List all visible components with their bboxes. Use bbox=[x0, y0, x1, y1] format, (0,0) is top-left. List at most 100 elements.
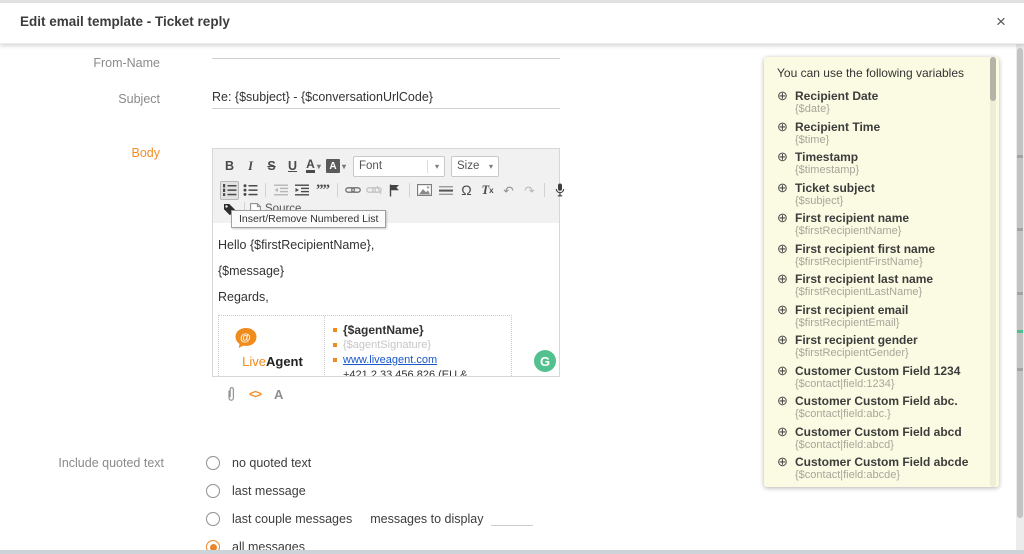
radio-last-message[interactable] bbox=[206, 484, 220, 498]
radio-no-quoted-text[interactable] bbox=[206, 456, 220, 470]
chevron-down-icon: ▾ bbox=[316, 161, 321, 171]
website-link[interactable]: www.liveagent.com bbox=[343, 353, 437, 368]
remove-format-button[interactable]: Tx bbox=[478, 181, 497, 200]
page-bottom-edge bbox=[0, 550, 1024, 554]
variable-item[interactable]: ⊕ Customer Custom Field 1234 {$contact|fie… bbox=[777, 362, 973, 391]
microphone-icon bbox=[555, 183, 564, 197]
variable-item[interactable]: ⊕ First recipient gender {$firstRecipientG… bbox=[777, 333, 973, 360]
variable-item[interactable]: ⊕ Ticket subject {$subject} bbox=[777, 180, 973, 208]
editor-toolbar-row1: B I S U A ▾ A ▾ Font ▾ Size ▾ bbox=[220, 155, 500, 177]
subject-input[interactable]: Re: {$subject} - {$conversationUrlCode} bbox=[212, 88, 560, 109]
strikethrough-button[interactable]: S bbox=[262, 157, 281, 176]
variable-item[interactable]: ⊕ First recipient name {$firstRecipientNam… bbox=[777, 211, 973, 238]
horizontal-rule-button[interactable] bbox=[436, 181, 455, 200]
anchor-flag-button[interactable] bbox=[385, 181, 404, 200]
editor-toolbar-row2: ”” Ω T x ↶ ↷ bbox=[220, 180, 569, 200]
insert-variable-icon: ⊕ bbox=[777, 149, 788, 164]
radio-label[interactable]: last message bbox=[232, 484, 306, 498]
variable-item[interactable]: ⊕ Recipient Time {$time} bbox=[777, 118, 973, 147]
editor-content[interactable]: Hello {$firstRecipientName}, {$message} … bbox=[213, 223, 559, 376]
insert-variable-icon: ⊕ bbox=[777, 423, 788, 439]
toolbar-tooltip: Insert/Remove Numbered List bbox=[231, 210, 387, 228]
undo-button[interactable]: ↶ bbox=[499, 181, 518, 200]
insert-image-button[interactable] bbox=[415, 181, 434, 200]
signature-logo-cell: @ LiveAgent bbox=[219, 316, 325, 376]
redo-button[interactable]: ↷ bbox=[520, 181, 539, 200]
chevron-down-icon: ▾ bbox=[342, 161, 347, 171]
liveagent-wordmark: LiveAgent bbox=[242, 354, 303, 369]
include-quoted-text-label: Include quoted text bbox=[58, 456, 164, 470]
variable-item[interactable]: ⊕ First recipient first name {$firstRecipi… bbox=[777, 240, 973, 269]
radio-label[interactable]: last couple messages bbox=[232, 512, 352, 526]
italic-button[interactable]: I bbox=[241, 157, 260, 176]
text-color-button[interactable]: A ▾ bbox=[304, 157, 323, 176]
variable-item[interactable]: ⊕ Customer Custom Field abc. {$contact|fie… bbox=[777, 394, 973, 421]
increase-indent-button[interactable] bbox=[292, 181, 311, 200]
bold-button[interactable]: B bbox=[220, 157, 239, 176]
radio-label[interactable]: no quoted text bbox=[232, 456, 311, 470]
size-dropdown[interactable]: Size ▾ bbox=[451, 155, 500, 177]
panel-scrollbar-track[interactable] bbox=[990, 57, 996, 487]
bullet-icon bbox=[333, 327, 337, 332]
editor-footer-actions: <> A bbox=[226, 386, 283, 402]
text-format-button[interactable]: A bbox=[274, 387, 283, 402]
from-name-label: From-Name bbox=[93, 56, 160, 70]
html-code-button[interactable]: <> bbox=[249, 387, 262, 401]
body-editor: B I S U A ▾ A ▾ Font ▾ Size ▾ ”” Ω T x ↶… bbox=[212, 148, 564, 377]
variables-panel-title: You can use the following variables bbox=[777, 66, 965, 80]
signature-line: www.liveagent.com bbox=[333, 353, 503, 368]
decrease-indent-button[interactable] bbox=[271, 181, 290, 200]
numbered-list-icon bbox=[223, 184, 237, 196]
svg-text:@: @ bbox=[240, 332, 251, 344]
variable-item[interactable]: ⊕ Timestamp {$timestamp} bbox=[777, 150, 973, 177]
from-name-input[interactable] bbox=[212, 52, 560, 59]
grammarly-badge-icon[interactable]: G bbox=[534, 350, 556, 372]
bullet-icon bbox=[333, 342, 337, 347]
scroll-marker bbox=[1017, 228, 1023, 231]
quoted-option-row: last couple messages messages to display bbox=[206, 512, 534, 526]
variable-item[interactable]: ⊕ First recipient email {$firstRecipientEm… bbox=[777, 301, 973, 330]
attachment-button[interactable] bbox=[226, 386, 236, 402]
scroll-marker-green bbox=[1017, 330, 1023, 333]
scroll-marker bbox=[1017, 292, 1023, 295]
paperclip-icon bbox=[228, 387, 234, 401]
font-dropdown[interactable]: Font ▾ bbox=[353, 155, 446, 177]
numbered-list-button[interactable] bbox=[220, 180, 239, 200]
variable-item[interactable]: ⊕ Customer Custom Field abcd {$contact|fie… bbox=[777, 423, 973, 452]
page-scrollbar-thumb[interactable] bbox=[1017, 48, 1023, 518]
close-icon[interactable]: × bbox=[990, 11, 1012, 33]
special-character-button[interactable]: Ω bbox=[457, 181, 476, 200]
greeting-line: Hello {$firstRecipientName}, bbox=[218, 238, 375, 252]
panel-scrollbar-thumb[interactable] bbox=[990, 57, 996, 101]
variables-panel: You can use the following variables ⊕ Rec… bbox=[764, 57, 999, 487]
signature-line: {$agentSignature} bbox=[333, 338, 503, 353]
insert-link-button[interactable] bbox=[343, 181, 362, 200]
signature-line: {$agentName} bbox=[333, 323, 503, 338]
quoted-option-row: last message bbox=[206, 484, 306, 498]
dictation-button[interactable] bbox=[550, 181, 569, 200]
radio-last-couple-messages[interactable] bbox=[206, 512, 220, 526]
insert-variable-icon: ⊕ bbox=[777, 210, 788, 225]
flag-icon bbox=[389, 184, 399, 196]
signature-block: @ LiveAgent {$agentName} {$agentSignatur… bbox=[218, 315, 512, 376]
variable-item[interactable]: ⊕ First recipient last name {$firstRecipie… bbox=[777, 272, 973, 299]
messages-to-display-input[interactable] bbox=[491, 512, 534, 526]
unlink-icon bbox=[365, 185, 382, 195]
variable-item[interactable]: ⊕ Customer Custom Field abcde {$contact|fi… bbox=[777, 455, 973, 482]
link-icon bbox=[344, 187, 361, 193]
unlink-button[interactable] bbox=[364, 181, 383, 200]
background-color-button[interactable]: A ▾ bbox=[325, 157, 347, 176]
bulleted-list-icon bbox=[243, 184, 258, 196]
bulleted-list-button[interactable] bbox=[241, 181, 260, 200]
chevron-down-icon: ▾ bbox=[435, 161, 440, 171]
underline-button[interactable]: U bbox=[283, 157, 302, 176]
variable-item[interactable]: ⊕ Recipient Date {$date} bbox=[777, 89, 973, 116]
blockquote-button[interactable]: ”” bbox=[313, 181, 332, 200]
insert-variable-icon: ⊕ bbox=[777, 240, 788, 256]
insert-variable-icon: ⊕ bbox=[777, 362, 788, 378]
dialog-header: Edit email template - Ticket reply × bbox=[0, 3, 1024, 44]
insert-variable-icon: ⊕ bbox=[777, 301, 788, 317]
signature-details-cell: {$agentName} {$agentSignature} www.livea… bbox=[325, 316, 511, 376]
background-color-icon: A bbox=[326, 159, 340, 173]
insert-variable-icon: ⊕ bbox=[777, 118, 788, 134]
